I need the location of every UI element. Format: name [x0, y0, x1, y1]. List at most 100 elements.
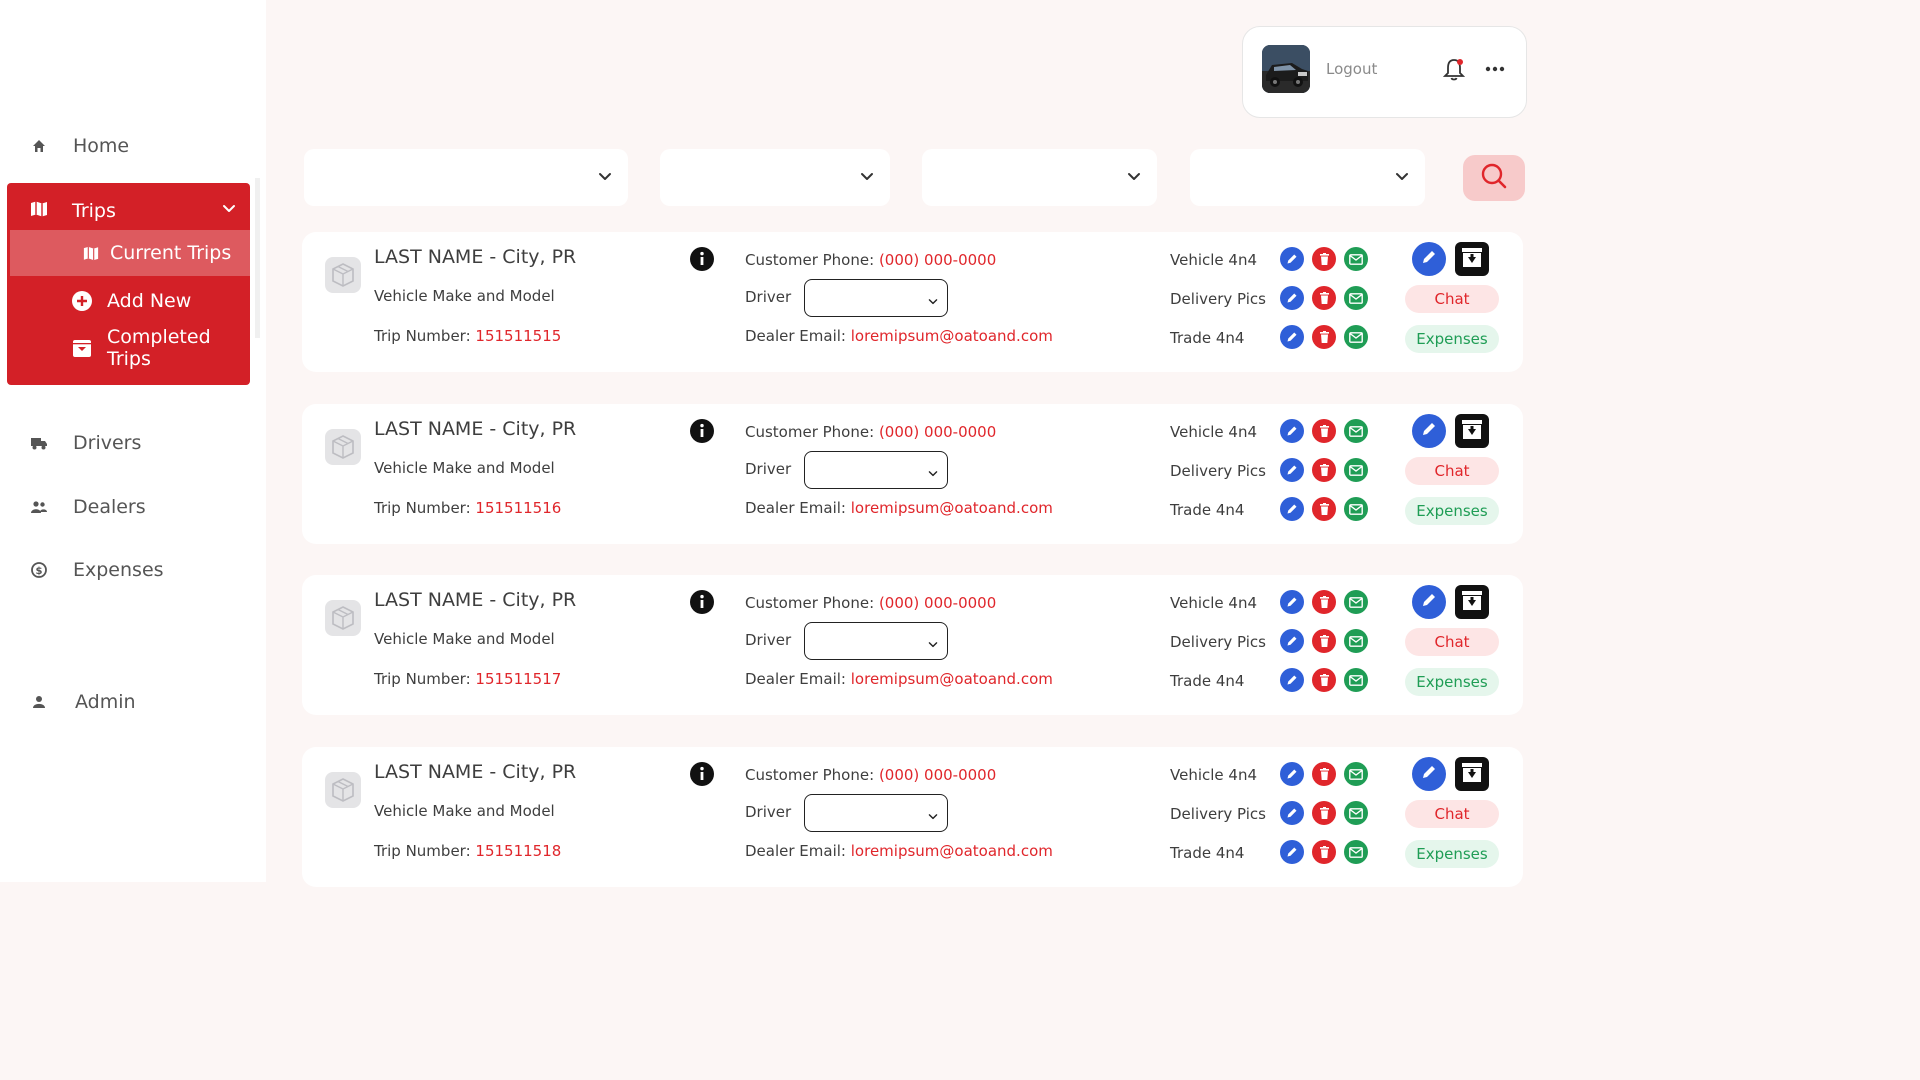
trade-delete-button[interactable] — [1312, 840, 1336, 864]
delivery-pics-delete-button[interactable] — [1312, 801, 1336, 825]
trade-edit-button[interactable] — [1280, 497, 1304, 521]
trade-email-button[interactable] — [1344, 840, 1368, 864]
filter-dropdown-4[interactable] — [1190, 149, 1425, 206]
info-icon[interactable] — [690, 762, 714, 786]
sidebar-item-current-trips[interactable]: Current Trips — [10, 230, 250, 276]
filter-dropdown-3[interactable] — [922, 149, 1157, 206]
trade-delete-button[interactable] — [1312, 325, 1336, 349]
driver-select[interactable] — [804, 451, 948, 489]
driver-label: Driver — [745, 631, 792, 649]
filter-dropdown-2[interactable] — [660, 149, 890, 206]
customer-phone: Customer Phone: (000) 000-0000 — [745, 251, 996, 269]
customer-phone: Customer Phone: (000) 000-0000 — [745, 423, 996, 441]
sidebar-scrollbar[interactable] — [255, 178, 260, 338]
bell-icon[interactable] — [1442, 58, 1466, 86]
trash-icon — [1319, 768, 1330, 780]
chat-button[interactable]: Chat — [1405, 457, 1499, 485]
customer-phone-label: Customer Phone: — [745, 251, 875, 269]
envelope-icon — [1349, 807, 1363, 819]
delivery-pics-email-button[interactable] — [1344, 801, 1368, 825]
trade-email-button[interactable] — [1344, 668, 1368, 692]
package-icon — [325, 600, 361, 636]
package-icon — [325, 257, 361, 293]
dealer-email: Dealer Email: loremipsum@oatoand.com — [745, 499, 1053, 517]
customer-phone-value: (000) 000-0000 — [878, 594, 997, 612]
delivery-pics-email-button[interactable] — [1344, 458, 1368, 482]
vehicle-email-button[interactable] — [1344, 419, 1368, 443]
delivery-pics-delete-button[interactable] — [1312, 458, 1336, 482]
trade-edit-button[interactable] — [1280, 325, 1304, 349]
trade-delete-button[interactable] — [1312, 668, 1336, 692]
vehicle-edit-button[interactable] — [1280, 419, 1304, 443]
chat-button[interactable]: Chat — [1405, 285, 1499, 313]
trade-email-button[interactable] — [1344, 497, 1368, 521]
sidebar-item-label: Dealers — [73, 496, 146, 518]
delivery-pics-email-button[interactable] — [1344, 286, 1368, 310]
expenses-button[interactable]: Expenses — [1405, 497, 1499, 525]
driver-select[interactable] — [804, 622, 948, 660]
sidebar-item-expenses[interactable]: $ Expenses — [0, 550, 266, 590]
search-button[interactable] — [1463, 155, 1525, 201]
info-icon[interactable] — [690, 590, 714, 614]
sidebar-item-label: Home — [73, 135, 130, 157]
vehicle-email-button[interactable] — [1344, 590, 1368, 614]
chevron-down-icon — [928, 635, 938, 654]
archive-trip-button[interactable] — [1455, 242, 1489, 276]
chat-button[interactable]: Chat — [1405, 800, 1499, 828]
sidebar-item-completed-trips[interactable]: Completed Trips — [7, 325, 250, 371]
edit-trip-button[interactable] — [1412, 242, 1446, 276]
vehicle-delete-button[interactable] — [1312, 247, 1336, 271]
vehicle-delete-button[interactable] — [1312, 762, 1336, 786]
delivery-pics-edit-button[interactable] — [1280, 629, 1304, 653]
vehicle-edit-button[interactable] — [1280, 247, 1304, 271]
vehicle-delete-button[interactable] — [1312, 590, 1336, 614]
avatar[interactable] — [1262, 45, 1310, 93]
info-icon[interactable] — [690, 247, 714, 271]
trip-number: Trip Number: 151511516 — [374, 499, 561, 517]
sidebar-item-add-new[interactable]: Add New — [7, 278, 250, 324]
envelope-icon — [1349, 635, 1363, 647]
expenses-button[interactable]: Expenses — [1405, 668, 1499, 696]
trade-edit-button[interactable] — [1280, 668, 1304, 692]
logout-link[interactable]: Logout — [1326, 60, 1377, 78]
delivery-pics-delete-button[interactable] — [1312, 629, 1336, 653]
driver-select[interactable] — [804, 794, 948, 832]
archive-trip-button[interactable] — [1455, 414, 1489, 448]
expenses-button[interactable]: Expenses — [1405, 325, 1499, 353]
sidebar-item-home[interactable]: Home — [0, 126, 266, 166]
sidebar-item-admin[interactable]: Admin — [0, 682, 266, 722]
sidebar-item-trips[interactable]: Trips — [7, 191, 250, 231]
archive-trip-button[interactable] — [1455, 585, 1489, 619]
driver-select[interactable] — [804, 279, 948, 317]
expenses-button[interactable]: Expenses — [1405, 840, 1499, 868]
truck-icon — [30, 434, 48, 452]
delivery-pics-edit-button[interactable] — [1280, 458, 1304, 482]
trade-edit-button[interactable] — [1280, 840, 1304, 864]
vehicle-edit-button[interactable] — [1280, 762, 1304, 786]
chevron-down-icon — [1395, 169, 1409, 188]
vehicle-delete-button[interactable] — [1312, 419, 1336, 443]
delivery-pics-edit-button[interactable] — [1280, 286, 1304, 310]
vehicle-email-button[interactable] — [1344, 247, 1368, 271]
trade-email-button[interactable] — [1344, 325, 1368, 349]
filter-dropdown-1[interactable] — [304, 149, 628, 206]
edit-trip-button[interactable] — [1412, 757, 1446, 791]
dealer-email-label: Dealer Email: — [745, 327, 846, 345]
vehicle-edit-button[interactable] — [1280, 590, 1304, 614]
delivery-pics-delete-button[interactable] — [1312, 286, 1336, 310]
trade-delete-button[interactable] — [1312, 497, 1336, 521]
delivery-pics-email-button[interactable] — [1344, 629, 1368, 653]
delivery-pics-edit-button[interactable] — [1280, 801, 1304, 825]
vehicle-email-button[interactable] — [1344, 762, 1368, 786]
sidebar-item-drivers[interactable]: Drivers — [0, 423, 266, 463]
vehicle-model: Vehicle Make and Model — [374, 287, 555, 305]
chevron-down-icon — [928, 292, 938, 311]
trip-number-value: 151511518 — [475, 842, 562, 860]
more-options-icon[interactable] — [1484, 58, 1506, 84]
archive-trip-button[interactable] — [1455, 757, 1489, 791]
edit-trip-button[interactable] — [1412, 414, 1446, 448]
edit-trip-button[interactable] — [1412, 585, 1446, 619]
info-icon[interactable] — [690, 419, 714, 443]
sidebar-item-dealers[interactable]: Dealers — [0, 487, 266, 527]
chat-button[interactable]: Chat — [1405, 628, 1499, 656]
